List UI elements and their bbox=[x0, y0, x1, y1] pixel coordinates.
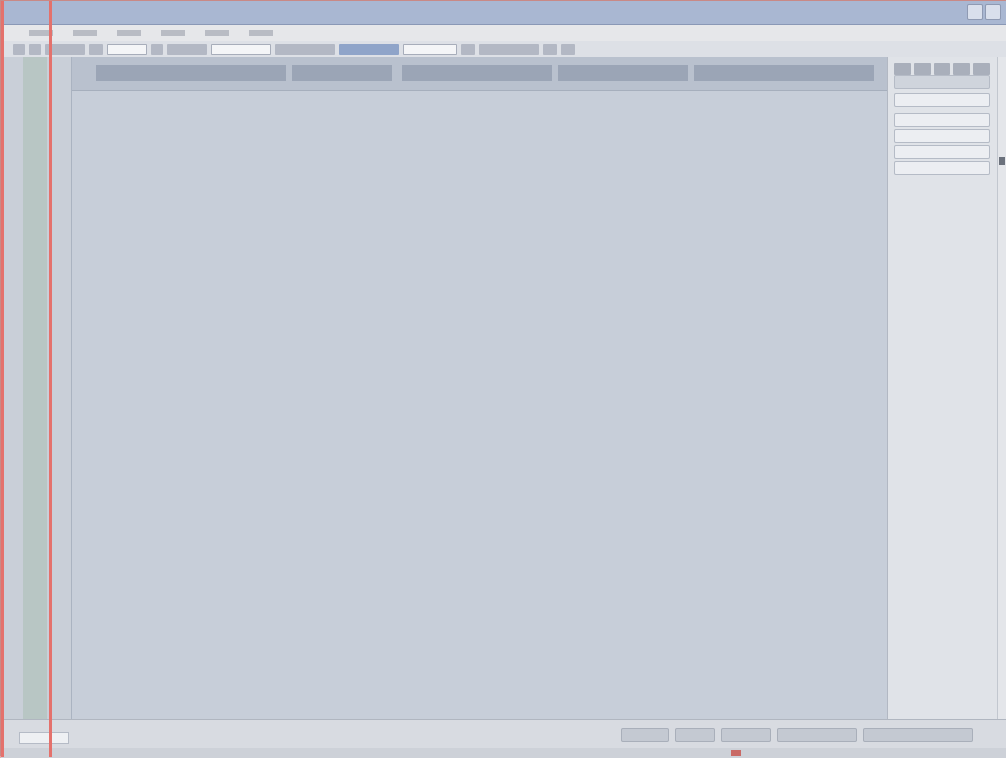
panel-row-2[interactable] bbox=[894, 129, 990, 143]
status-message-bar bbox=[1, 748, 1006, 758]
menu-item-3[interactable] bbox=[111, 25, 147, 41]
vertical-scrollbar[interactable] bbox=[997, 57, 1006, 719]
sheet-header bbox=[72, 57, 888, 91]
tool-icon-5[interactable] bbox=[461, 43, 475, 55]
menu-item-5[interactable] bbox=[199, 25, 235, 41]
tool-button-2[interactable] bbox=[167, 43, 207, 55]
status-bar bbox=[1, 719, 1006, 758]
panel-icon-5[interactable] bbox=[973, 63, 990, 75]
sheet-tab-2[interactable] bbox=[292, 65, 392, 81]
tool-icon-6[interactable] bbox=[543, 43, 557, 55]
sheet-tab-4[interactable] bbox=[558, 65, 688, 81]
window-border-stripe-left bbox=[1, 1, 4, 757]
window-title bbox=[331, 6, 661, 20]
panel-icon-1[interactable] bbox=[894, 63, 911, 75]
window-border-stripe-inner bbox=[49, 1, 52, 757]
tool-icon-2[interactable] bbox=[29, 43, 41, 55]
sheet-tab-3[interactable] bbox=[402, 65, 552, 81]
main-sheet bbox=[71, 57, 888, 719]
sheet-tab-5[interactable] bbox=[694, 65, 874, 81]
toolbar-field-2[interactable] bbox=[211, 43, 271, 55]
title-bar[interactable] bbox=[1, 1, 1006, 25]
panel-field[interactable] bbox=[894, 93, 990, 107]
panel-icon-4[interactable] bbox=[953, 63, 971, 75]
tool-icon-1[interactable] bbox=[13, 43, 25, 55]
panel-row-4[interactable] bbox=[894, 161, 990, 175]
menu-item-4[interactable] bbox=[155, 25, 191, 41]
scrollbar-thumb[interactable] bbox=[999, 157, 1005, 165]
window-controls bbox=[967, 4, 1001, 20]
menu-item-2[interactable] bbox=[67, 25, 103, 41]
panel-icon-2[interactable] bbox=[913, 63, 931, 75]
menu-item-1[interactable] bbox=[23, 25, 59, 41]
panel-icon-3[interactable] bbox=[933, 63, 951, 75]
app-window bbox=[0, 0, 1006, 758]
sheet-canvas[interactable] bbox=[72, 91, 888, 719]
status-segment-2[interactable] bbox=[675, 728, 715, 742]
panel-dropdown[interactable] bbox=[894, 75, 990, 89]
tool-icon-4[interactable] bbox=[151, 43, 163, 55]
status-indicator bbox=[731, 750, 741, 756]
panel-row-1[interactable] bbox=[894, 113, 990, 127]
menu-item-6[interactable] bbox=[243, 25, 279, 41]
toolbar bbox=[1, 41, 1006, 57]
toolbar-selected-button[interactable] bbox=[339, 43, 399, 55]
sheet-tab-1[interactable] bbox=[96, 65, 286, 81]
toolbar-search-input[interactable] bbox=[403, 43, 457, 55]
close-button[interactable] bbox=[985, 4, 1001, 20]
side-panel bbox=[887, 57, 997, 719]
status-segment-5[interactable] bbox=[863, 728, 973, 742]
panel-toolbar bbox=[894, 63, 990, 75]
status-segment-1[interactable] bbox=[621, 728, 669, 742]
toolbar-field-1[interactable] bbox=[107, 43, 147, 55]
tool-icon-7[interactable] bbox=[561, 43, 575, 55]
tool-icon-3[interactable] bbox=[89, 43, 103, 55]
status-left-field[interactable] bbox=[19, 732, 69, 744]
row-header-column bbox=[23, 57, 47, 719]
status-segment-4[interactable] bbox=[777, 728, 857, 742]
tool-button-4[interactable] bbox=[479, 43, 539, 55]
menu-bar bbox=[1, 25, 1006, 41]
status-segment-3[interactable] bbox=[721, 728, 771, 742]
panel-row-3[interactable] bbox=[894, 145, 990, 159]
left-gutter bbox=[1, 57, 71, 719]
tool-button-3[interactable] bbox=[275, 43, 335, 55]
minimize-button[interactable] bbox=[967, 4, 983, 20]
